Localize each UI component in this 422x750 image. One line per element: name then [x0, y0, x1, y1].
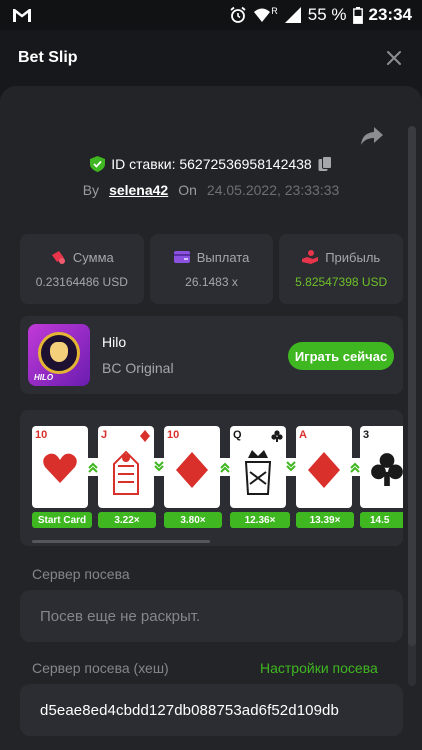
copy-icon[interactable] — [318, 156, 332, 172]
card-rank: 10 — [167, 429, 180, 441]
stat-label: Сумма — [72, 249, 114, 265]
server-seed-hash-field[interactable]: d5eae8ed4cbdd127db088753ad6f52d109db — [20, 684, 403, 736]
playing-card: J — [98, 426, 154, 508]
on-label: On — [178, 182, 197, 198]
card-rank: 10 — [35, 429, 48, 441]
game-card: HILO Hilo BC Original Играть сейчас — [20, 316, 403, 394]
battery-percent: 55 % — [307, 5, 347, 24]
bet-stats: Сумма 0.23164486 USD Выплата 26.1483 x П… — [20, 234, 404, 304]
bet-id-row: ID ставки: 56272536958142438 — [0, 156, 422, 172]
card-rank: J — [101, 429, 108, 441]
profit-icon — [302, 250, 319, 264]
stat-value: 26.1483 x — [185, 274, 238, 289]
server-seed-label: Сервер посева — [32, 566, 130, 582]
gmail-icon — [13, 9, 31, 22]
playing-card: Q — [230, 426, 286, 508]
jack-figure-icon — [113, 450, 139, 495]
username-link[interactable]: selena42 — [109, 182, 168, 198]
play-now-button[interactable]: Играть сейчас — [288, 342, 394, 370]
playing-card: 10 — [164, 426, 220, 508]
card-rank: Q — [233, 429, 242, 441]
card-rank: A — [299, 429, 307, 441]
alarm-icon — [230, 6, 246, 23]
playing-card: 3 — [360, 426, 403, 508]
diamonds-icon — [176, 452, 208, 488]
server-seed-field[interactable]: Посев еще не раскрыт. — [20, 590, 403, 642]
bet-slip-header: Bet Slip — [0, 30, 422, 86]
server-seed-hash-label: Сервер посева (хеш) — [32, 660, 169, 676]
close-icon — [387, 51, 401, 65]
bet-id: ID ставки: 56272536958142438 — [111, 156, 312, 172]
signal-icon — [284, 7, 301, 23]
game-name: Hilo — [102, 334, 127, 350]
page-title: Bet Slip — [18, 49, 78, 66]
diamonds-icon — [308, 452, 340, 488]
wifi-icon — [254, 8, 271, 22]
thumbnail-text: HILO — [34, 373, 54, 382]
wallet-icon — [173, 251, 190, 263]
wager-icon — [51, 251, 65, 264]
diamonds-icon — [140, 430, 150, 442]
card-multiplier: Start Card — [32, 512, 92, 528]
clubs-icon — [371, 453, 403, 486]
bet-date: 24.05.2022, 23:33:33 — [206, 182, 340, 198]
card-multiplier: 3.80× — [164, 512, 222, 528]
stat-amount: Сумма 0.23164486 USD — [20, 234, 144, 304]
shield-check-icon — [90, 156, 106, 172]
cards-strip[interactable]: 10 Start Card J 3.22× 10 3.80× Q 12.36× … — [20, 410, 403, 546]
close-button[interactable] — [384, 48, 404, 68]
game-thumbnail[interactable]: HILO — [28, 324, 90, 386]
card-multiplier: 12.36× — [230, 512, 290, 528]
stat-label: Выплата — [196, 249, 250, 265]
scrollbar[interactable] — [408, 126, 416, 686]
bet-details-panel: ID ставки: 56272536958142438 By selena42… — [0, 86, 422, 750]
queen-figure-icon — [244, 450, 272, 495]
card-rank: 3 — [363, 429, 370, 441]
clock: 23:34 — [368, 5, 412, 24]
battery-icon — [352, 6, 363, 24]
stat-value: 5.82547398 USD — [295, 274, 388, 289]
playing-card: 10 — [32, 426, 88, 508]
cards-scrollbar[interactable] — [32, 540, 210, 543]
bet-meta: By selena42 On 24.05.2022, 23:33:33 — [0, 182, 422, 198]
stat-profit: Прибыль 5.82547398 USD — [279, 234, 404, 304]
playing-card: A — [296, 426, 352, 508]
stat-label: Прибыль — [325, 249, 381, 265]
by-label: By — [82, 182, 100, 198]
stat-payout: Выплата 26.1483 x — [149, 234, 274, 304]
status-bar: R 55 % 23:34 — [0, 0, 422, 30]
stat-value: 0.23164486 USD — [35, 274, 128, 289]
share-icon[interactable] — [360, 126, 384, 146]
network-type: R — [271, 6, 278, 16]
hearts-icon — [43, 453, 77, 483]
card-multiplier: 13.39× — [296, 512, 354, 528]
scrollbar-thumb[interactable] — [408, 126, 416, 646]
game-provider: BC Original — [102, 360, 174, 376]
thumbnail-character — [50, 342, 68, 362]
seed-settings-link[interactable]: Настройки посева — [260, 660, 378, 676]
card-multiplier: 3.22× — [98, 512, 156, 528]
card-multiplier: 14.5 — [360, 512, 403, 528]
clubs-icon — [271, 430, 283, 442]
